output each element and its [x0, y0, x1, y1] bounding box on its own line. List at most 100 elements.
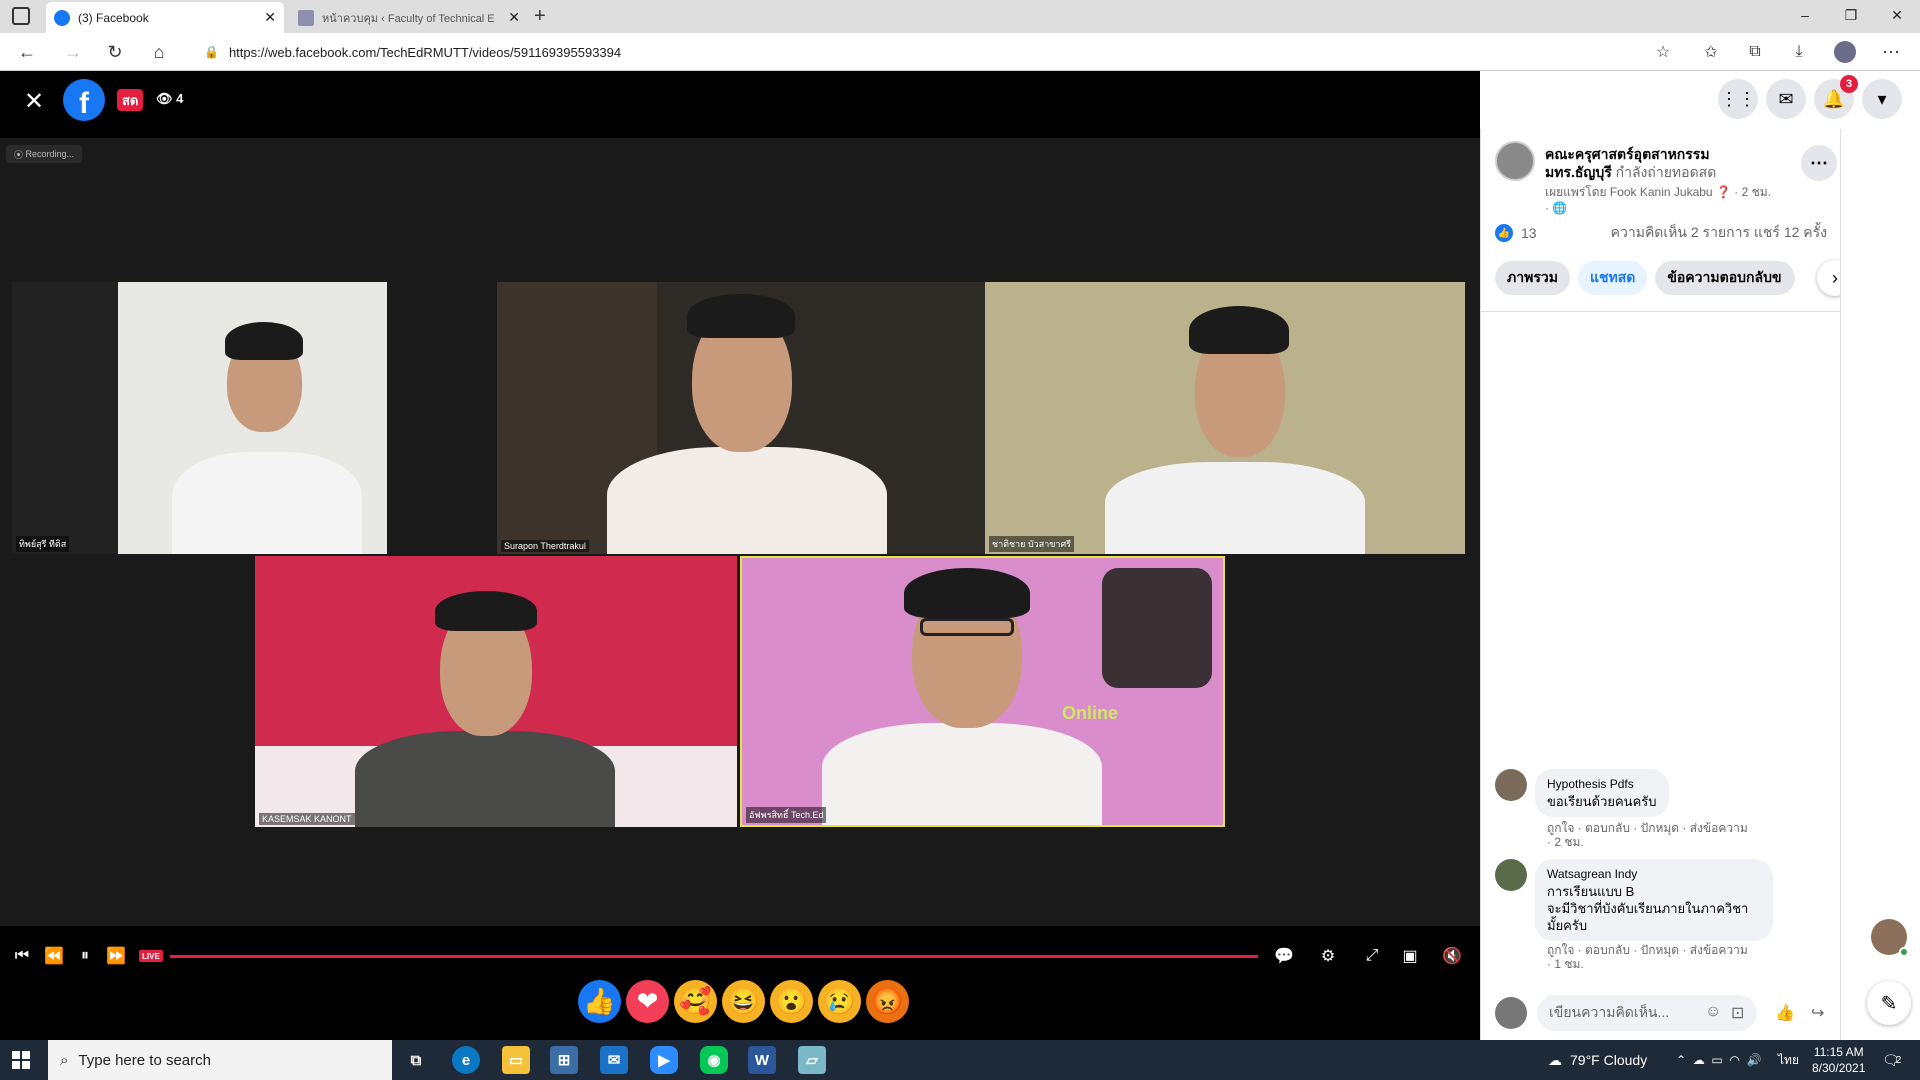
viewer-count-value: 4: [176, 91, 184, 106]
profile-avatar[interactable]: [1832, 39, 1858, 65]
settings-gear-icon[interactable]: ⚙: [1316, 944, 1340, 968]
comment-action-links[interactable]: ถูกใจ · ตอบกลับ · ปักหมุด · ส่งข้อความ: [1547, 821, 1748, 835]
minimize-button[interactable]: –: [1782, 0, 1828, 30]
my-avatar[interactable]: [1495, 997, 1527, 1029]
facebook-logo-icon[interactable]: f: [63, 79, 105, 121]
captions-icon[interactable]: 💬: [1272, 944, 1296, 968]
forward-icon[interactable]: ⏩: [104, 944, 128, 968]
search-icon: ⌕: [60, 1051, 69, 1069]
restore-button[interactable]: ❐: [1828, 0, 1874, 30]
tab-facebook[interactable]: (3) Facebook ✕: [46, 2, 284, 33]
refresh-button[interactable]: ↻: [102, 39, 128, 65]
close-window-button[interactable]: ✕: [1874, 0, 1920, 30]
taskbar-search[interactable]: ⌕ Type here to search: [48, 1040, 392, 1080]
rewind-icon[interactable]: ⏪: [42, 944, 66, 968]
comment-bubble: Hypothesis Pdfs ขอเรียนด้วยคนครับ: [1535, 769, 1669, 817]
share-icon[interactable]: ↪: [1811, 1003, 1824, 1023]
pause-icon[interactable]: ⏸: [73, 944, 97, 968]
messenger-icon[interactable]: ✉: [1766, 79, 1806, 119]
volume-mute-icon[interactable]: 🔇: [1440, 944, 1464, 968]
close-tab-icon[interactable]: ✕: [508, 9, 520, 26]
post-more-options-button[interactable]: ⋯: [1801, 145, 1837, 181]
haha-reaction-icon[interactable]: 😆: [722, 980, 765, 1023]
settings-more-icon[interactable]: ⋯: [1878, 39, 1904, 65]
account-menu-icon[interactable]: ▾: [1862, 79, 1902, 119]
sad-reaction-icon[interactable]: 😢: [818, 980, 861, 1023]
lock-icon: 🔒: [204, 45, 219, 59]
notifications-count: 3: [1840, 75, 1858, 93]
home-button[interactable]: ⌂: [146, 39, 172, 65]
participant-name: Surapon Therdtrakul: [501, 540, 589, 552]
collections-icon[interactable]: ⧉: [1742, 39, 1768, 65]
tab-faculty[interactable]: หน้าควบคุม ‹ Faculty of Technical E ✕: [290, 2, 528, 33]
menu-grid-icon[interactable]: ⋮⋮: [1718, 79, 1758, 119]
comment-author[interactable]: Watsagrean Indy: [1547, 866, 1761, 883]
page-avatar[interactable]: [1495, 141, 1535, 181]
comment-text-line: การเรียนแบบ B: [1547, 884, 1635, 899]
notes-app-icon[interactable]: ▱: [798, 1046, 826, 1074]
comments-shares-count[interactable]: ความคิดเห็น 2 รายการ แชร์ 12 ครั้ง: [1611, 222, 1827, 244]
sticker-icon[interactable]: ⊡: [1731, 1003, 1744, 1023]
back-button[interactable]: ←: [14, 39, 40, 65]
skip-start-icon[interactable]: ⏮: [10, 944, 34, 968]
comment-action-links[interactable]: ถูกใจ · ตอบกลับ · ปักหมุด · ส่งข้อความ: [1547, 943, 1748, 957]
love-reaction-icon[interactable]: ❤: [626, 980, 669, 1023]
participant-tile-4: KASEMSAK KANONT: [255, 556, 737, 827]
close-video-icon[interactable]: ✕: [24, 87, 44, 116]
picture-in-picture-icon[interactable]: ▣: [1398, 944, 1422, 968]
url-field[interactable]: 🔒 https://web.facebook.com/TechEdRMUTT/v…: [190, 38, 1680, 66]
care-reaction-icon[interactable]: 🥰: [674, 980, 717, 1023]
forward-button[interactable]: →: [60, 39, 86, 65]
comment-input[interactable]: เขียนความคิดเห็น...: [1537, 995, 1757, 1031]
new-tab-button[interactable]: +: [534, 5, 546, 28]
tab-live-chat[interactable]: แชทสด: [1577, 261, 1648, 295]
tray-icons[interactable]: ⌃ ☁ ▭ ◠ 🔊: [1676, 1040, 1761, 1080]
like-count[interactable]: 13: [1521, 225, 1537, 241]
live-badge: สด: [117, 89, 144, 111]
tab-overview[interactable]: ภาพรวม: [1495, 261, 1570, 295]
post-time[interactable]: 2 ชม.: [1742, 185, 1771, 199]
participant-name: KASEMSAK KANONT: [259, 813, 355, 825]
mail-icon[interactable]: ✉: [600, 1046, 628, 1074]
commenter-avatar[interactable]: [1495, 769, 1527, 801]
online-status-icon: [1899, 947, 1909, 957]
comment-actions[interactable]: ถูกใจ · ตอบกลับ · ปักหมุด · ส่งข้อความ ·…: [1547, 821, 1748, 849]
wow-reaction-icon[interactable]: 😮: [770, 980, 813, 1023]
zoom-icon[interactable]: ▶: [650, 1046, 678, 1074]
store-icon[interactable]: ⊞: [550, 1046, 578, 1074]
comment-author[interactable]: Hypothesis Pdfs: [1547, 776, 1657, 793]
comment-time: · 1 ชม.: [1547, 957, 1584, 971]
weather-text: 79°F Cloudy: [1570, 1052, 1648, 1068]
post-stats: 👍 13 ความคิดเห็น 2 รายการ แชร์ 12 ครั้ง: [1495, 223, 1827, 243]
windows-start-icon[interactable]: [12, 1051, 30, 1069]
new-message-icon[interactable]: ✎: [1867, 981, 1911, 1025]
tab-actions-icon[interactable]: [12, 7, 30, 25]
taskbar-clock[interactable]: 11:15 AM 8/30/2021: [1812, 1040, 1865, 1080]
angry-reaction-icon[interactable]: 😡: [866, 980, 909, 1023]
action-center-icon[interactable]: 🗨 2: [1882, 1040, 1901, 1080]
like-button-icon[interactable]: 👍: [1775, 1003, 1795, 1023]
edge-browser-icon[interactable]: e: [452, 1046, 480, 1074]
input-language[interactable]: ไทย: [1778, 1040, 1799, 1080]
progress-bar[interactable]: [170, 955, 1258, 958]
add-favorite-icon[interactable]: ☆: [1650, 39, 1676, 65]
notifications-bell-icon[interactable]: 🔔 3: [1814, 75, 1858, 119]
close-tab-icon[interactable]: ✕: [264, 9, 276, 26]
downloads-icon[interactable]: ⤓: [1786, 39, 1812, 65]
task-view-icon[interactable]: ⧉: [402, 1046, 430, 1074]
word-icon[interactable]: W: [748, 1046, 776, 1074]
tab-replies[interactable]: ข้อความตอบกลับข: [1655, 261, 1796, 295]
like-reaction-icon[interactable]: 👍: [578, 980, 621, 1023]
comment-actions[interactable]: ถูกใจ · ตอบกลับ · ปักหมุด · ส่งข้อความ ·…: [1547, 943, 1748, 971]
emoji-icon[interactable]: ☺: [1705, 1003, 1721, 1021]
page-name[interactable]: คณะครุศาสตร์อุตสาหกรรม มทร.ธัญบุรี กำลัง…: [1545, 145, 1755, 181]
comment-text-line: มั้ยครับ: [1547, 918, 1588, 933]
fullscreen-icon[interactable]: ⤢: [1360, 944, 1384, 968]
commenter-avatar[interactable]: [1495, 859, 1527, 891]
favorites-icon[interactable]: ✩: [1698, 39, 1724, 65]
weather-widget[interactable]: ☁ 79°F Cloudy: [1548, 1040, 1647, 1080]
file-explorer-icon[interactable]: ▭: [502, 1046, 530, 1074]
comment-bubble: Watsagrean Indy การเรียนแบบ B จะมีวิชาที…: [1535, 859, 1773, 941]
line-app-icon[interactable]: ◉: [700, 1046, 728, 1074]
globe-icon: 🌐: [1552, 201, 1568, 215]
